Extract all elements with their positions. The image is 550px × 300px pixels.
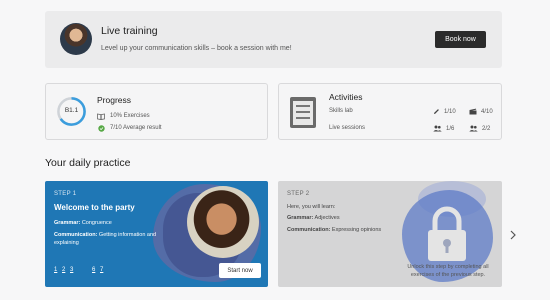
step1-photo	[187, 186, 259, 258]
exercises-stat: 10% Exercises	[97, 112, 150, 120]
activities-card[interactable]: Activities Skills lab 1/10 4/10 Live ses…	[278, 83, 502, 140]
activities-title: Activities	[329, 92, 363, 102]
exercise-step-links: 1 2 3 6 7	[54, 267, 108, 273]
check-badge-icon	[97, 124, 105, 132]
step2-label: STEP 2	[287, 191, 310, 197]
level-label: B1.1	[64, 107, 79, 114]
exercise-link-3[interactable]: 3	[70, 267, 78, 273]
unlock-note: Unlock this step by completing all exerc…	[407, 264, 489, 278]
step2-communication: Communication: Expressing opinions	[287, 227, 382, 233]
progress-title: Progress	[97, 95, 132, 105]
trainer-avatar	[60, 23, 92, 55]
step1-grammar: Grammar: Congruence	[54, 220, 112, 226]
step1-card[interactable]: STEP 1 Welcome to the party Grammar: Con…	[45, 181, 268, 287]
step2-card: STEP 2 Here, you will learn: Grammar: Ad…	[278, 181, 502, 287]
average-text: 7/10 Average result	[110, 125, 162, 131]
step2-grammar: Grammar: Adjectives	[287, 215, 340, 221]
banner-title: Live training	[101, 25, 158, 37]
skills-lab-written-count: 1/10	[444, 108, 456, 115]
live-group-count: 1/6	[446, 125, 455, 132]
step1-title: Welcome to the party	[54, 203, 135, 212]
progress-card[interactable]: B1.1 Progress 10% Exercises 7/10 Average…	[45, 83, 268, 140]
exercise-link-7[interactable]: 7	[100, 267, 108, 273]
exercise-link-2[interactable]: 2	[62, 267, 70, 273]
users-icon	[469, 125, 478, 132]
book-icon	[97, 112, 105, 120]
book-now-button[interactable]: Book now	[435, 31, 486, 48]
step1-label: STEP 1	[54, 191, 77, 197]
exercises-text: 10% Exercises	[110, 113, 150, 119]
exercise-link-6[interactable]: 6	[92, 267, 100, 273]
live-training-banner: Live training Level up your communicatio…	[45, 11, 502, 68]
activity-name: Live sessions	[329, 125, 366, 131]
average-stat: 7/10 Average result	[97, 124, 162, 132]
exercise-link-gap	[78, 267, 92, 273]
pen-icon	[433, 108, 440, 115]
group-icon	[433, 125, 442, 132]
exercise-link-1[interactable]: 1	[54, 267, 62, 273]
skills-lab-video-count: 4/10	[481, 108, 493, 115]
step1-communication: Communication: Getting information and e…	[54, 232, 157, 246]
activity-name: Skills lab	[329, 108, 353, 114]
daily-practice-heading: Your daily practice	[45, 157, 131, 169]
step2-intro: Here, you will learn:	[287, 204, 336, 210]
start-now-button[interactable]: Start now	[219, 263, 261, 278]
clapperboard-icon	[469, 108, 477, 115]
live-private-count: 2/2	[482, 125, 491, 132]
clipboard-icon	[290, 97, 316, 128]
chevron-right-icon[interactable]	[508, 229, 518, 241]
lock-icon	[428, 206, 466, 261]
banner-subtitle: Level up your communication skills – boo…	[101, 45, 292, 52]
